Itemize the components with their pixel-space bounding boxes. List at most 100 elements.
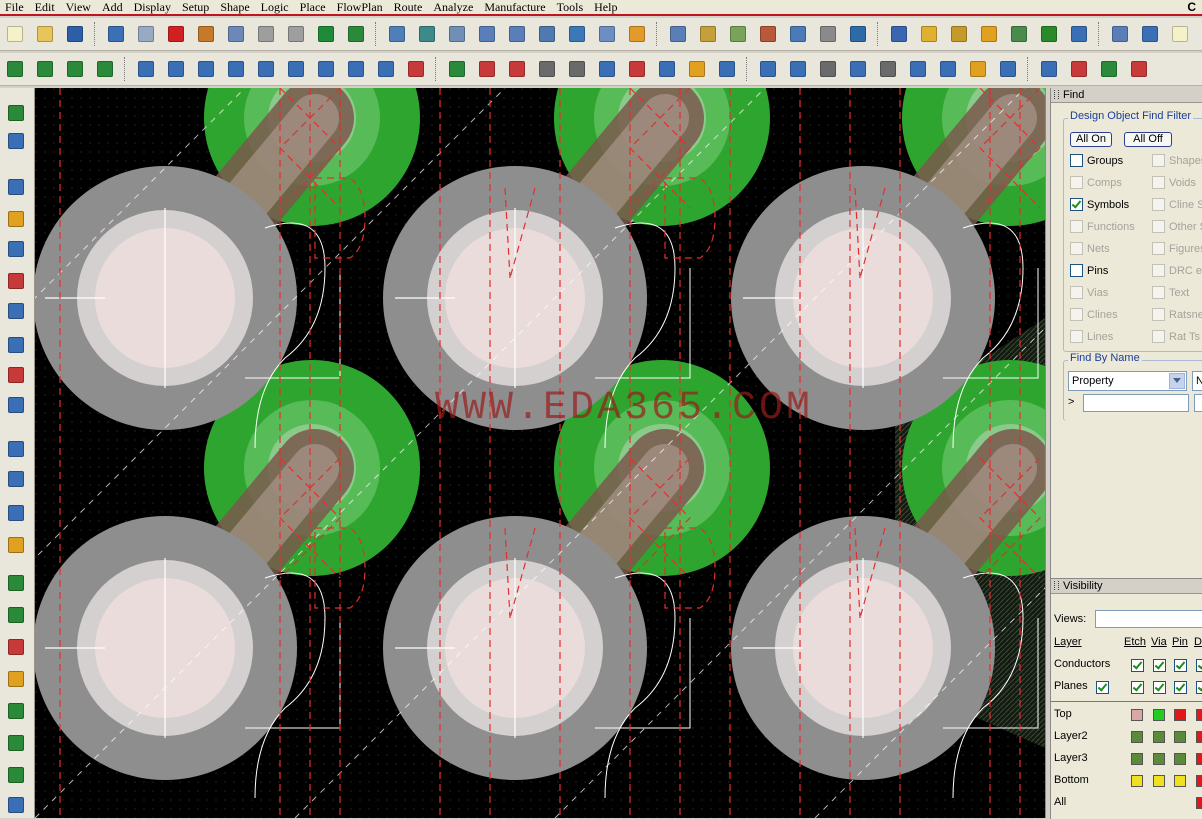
views-select[interactable] [1095, 610, 1202, 628]
auto-route-button[interactable] [5, 794, 27, 816]
edit-button[interactable] [1127, 57, 1151, 81]
circle-outline-button[interactable] [344, 57, 368, 81]
layers-button[interactable] [726, 22, 750, 46]
select-button[interactable] [224, 57, 248, 81]
edit-text-button[interactable] [5, 534, 27, 556]
line-button[interactable] [595, 57, 619, 81]
layer-color-swatch[interactable] [1196, 775, 1202, 787]
bar-chart-button[interactable] [1037, 22, 1061, 46]
layer-color-swatch[interactable] [1131, 775, 1143, 787]
menu-logic[interactable]: Logic [256, 0, 295, 14]
menu-display[interactable]: Display [129, 0, 177, 14]
help-button[interactable] [1168, 22, 1192, 46]
dimension-button[interactable] [445, 57, 469, 81]
move-button[interactable] [104, 22, 128, 46]
shape-fill-button[interactable] [314, 22, 338, 46]
property-select[interactable]: Property [1068, 371, 1187, 391]
visibility-checkbox[interactable] [1196, 659, 1202, 672]
redo-button[interactable] [254, 22, 278, 46]
filter-text-checkbox[interactable]: Text [1152, 286, 1189, 299]
dim-linear-button[interactable] [505, 57, 529, 81]
info-button[interactable] [887, 22, 911, 46]
zoom-out-button[interactable] [505, 22, 529, 46]
layer-color-swatch[interactable] [1174, 775, 1186, 787]
add-rect-button[interactable] [164, 57, 188, 81]
angle-button[interactable] [565, 57, 589, 81]
copy-button[interactable] [134, 22, 158, 46]
add-line-button[interactable] [5, 438, 27, 460]
menu-route[interactable]: Route [389, 0, 429, 14]
dim-vertical-button[interactable] [475, 57, 499, 81]
save-button[interactable] [63, 22, 87, 46]
filter-clines-checkbox[interactable]: Clines [1070, 308, 1118, 321]
menu-view[interactable]: View [61, 0, 97, 14]
layer-color-swatch[interactable] [1131, 731, 1143, 743]
visibility-checkbox[interactable] [1153, 659, 1166, 672]
odb-button[interactable] [756, 57, 780, 81]
measure-button[interactable] [947, 22, 971, 46]
place-button[interactable] [404, 57, 428, 81]
menu-flowplan[interactable]: FlowPlan [332, 0, 389, 14]
check-button[interactable] [1097, 57, 1121, 81]
route-mode-button[interactable] [3, 57, 27, 81]
menu-shape[interactable]: Shape [215, 0, 255, 14]
wrench-button[interactable] [816, 57, 840, 81]
visibility-checkbox[interactable] [1196, 681, 1202, 694]
tune-button[interactable] [5, 764, 27, 786]
color-button[interactable] [696, 22, 720, 46]
filter-symbols-checkbox[interactable]: Symbols [1070, 198, 1129, 211]
split-button[interactable] [786, 57, 810, 81]
layer-color-swatch[interactable] [1153, 731, 1165, 743]
filter-pins-checkbox[interactable]: Pins [1070, 264, 1108, 277]
highlight-button[interactable] [977, 22, 1001, 46]
layer-color-swatch[interactable] [1174, 709, 1186, 721]
layer-color-swatch[interactable] [1196, 797, 1202, 809]
stamp-button[interactable] [966, 57, 990, 81]
cut-button[interactable] [655, 57, 679, 81]
new-file-button[interactable] [3, 22, 27, 46]
delete-route-button[interactable] [5, 636, 27, 658]
cline-button[interactable] [5, 334, 27, 356]
layer-color-swatch[interactable] [1196, 753, 1202, 765]
add-line-button[interactable] [134, 57, 158, 81]
group-route-button[interactable] [5, 700, 27, 722]
grid-toggle-button[interactable] [415, 22, 439, 46]
slide-button[interactable] [33, 57, 57, 81]
layer-color-swatch[interactable] [1174, 753, 1186, 765]
add-rect-button[interactable] [5, 468, 27, 490]
zoom-window-button[interactable] [595, 22, 619, 46]
bus-button[interactable] [5, 394, 27, 416]
drill-button[interactable] [625, 57, 649, 81]
slide-button[interactable] [5, 208, 27, 230]
frame-button[interactable] [254, 57, 278, 81]
filter-drc-er-checkbox[interactable]: DRC er [1152, 264, 1202, 277]
open-folder-button[interactable] [33, 22, 57, 46]
connect-button[interactable] [5, 604, 27, 626]
redo-down-button[interactable] [224, 22, 248, 46]
3d-view-button[interactable] [846, 22, 870, 46]
board-graphics[interactable]: WWW.EDA365.COM [35, 88, 1045, 818]
undo-button[interactable] [194, 22, 218, 46]
all-off-button[interactable]: All Off [1124, 132, 1172, 147]
window-button[interactable] [1108, 22, 1132, 46]
filter-figures-checkbox[interactable]: Figures [1152, 242, 1202, 255]
menu-help[interactable]: Help [589, 0, 623, 14]
dots-button[interactable] [936, 57, 960, 81]
spread-button[interactable] [5, 364, 27, 386]
filter-shapes-checkbox[interactable]: Shapes [1152, 154, 1202, 167]
filter-ratsne-checkbox[interactable]: Ratsne [1152, 308, 1202, 321]
zoom-previous-button[interactable] [565, 22, 589, 46]
all-on-button[interactable]: All On [1070, 132, 1112, 147]
filter-vias-checkbox[interactable]: Vias [1070, 286, 1108, 299]
layer-color-swatch[interactable] [1196, 731, 1202, 743]
angle-measure-button[interactable] [715, 57, 739, 81]
add-circle-button[interactable] [194, 57, 218, 81]
visibility-checkbox[interactable] [1153, 681, 1166, 694]
layer-color-swatch[interactable] [1131, 709, 1143, 721]
route-via-button[interactable] [5, 732, 27, 754]
book-button[interactable] [1037, 57, 1061, 81]
find-more-button[interactable] [1194, 394, 1202, 412]
square-button[interactable] [314, 57, 338, 81]
delay-tune-button[interactable] [5, 238, 27, 260]
visibility-checkbox[interactable] [1174, 659, 1187, 672]
